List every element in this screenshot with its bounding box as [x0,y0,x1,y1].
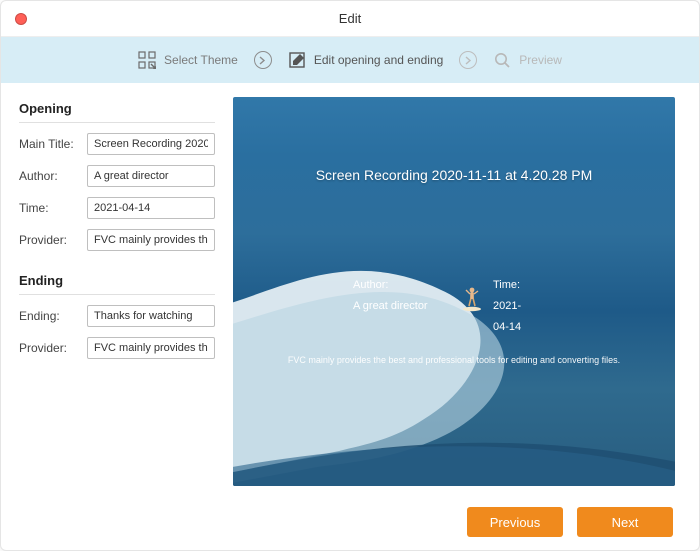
surfer-graphic [463,284,481,312]
ending-input[interactable] [87,305,215,327]
author-label: Author: [19,169,81,183]
body: Opening Main Title: Author: Time: Provid… [1,83,699,494]
wave-graphic [233,260,675,486]
ending-provider-label: Provider: [19,341,81,355]
row-ending-provider: Provider: [19,337,215,359]
time-label: Time: [19,201,81,215]
time-input[interactable] [87,197,215,219]
provider-label: Provider: [19,233,81,247]
step-label: Select Theme [164,53,238,67]
step-bar: Select Theme Edit opening and ending Pre… [1,37,699,83]
preview-author-value: A great director [353,296,428,317]
preview-time-label: Time: [493,275,521,296]
search-icon [493,51,511,69]
step-label: Preview [519,53,562,67]
provider-input[interactable] [87,229,215,251]
next-button[interactable]: Next [577,507,673,537]
row-author: Author: [19,165,215,187]
row-main-title: Main Title: [19,133,215,155]
author-input[interactable] [87,165,215,187]
step-select-theme[interactable]: Select Theme [138,51,238,69]
main-title-input[interactable] [87,133,215,155]
edit-window: Edit Select Theme Edit opening and endin… [0,0,700,551]
edit-square-icon [288,51,306,69]
step-label: Edit opening and ending [314,53,443,67]
step-edit-opening[interactable]: Edit opening and ending [288,51,443,69]
row-ending: Ending: [19,305,215,327]
footer: Previous Next [1,494,699,550]
row-provider: Provider: [19,229,215,251]
titlebar: Edit [1,1,699,37]
preview-panel: Screen Recording 2020-11-11 at 4.20.28 P… [233,97,675,486]
ending-label: Ending: [19,309,81,323]
preview-author-label: Author: [353,275,428,296]
form-sidebar: Opening Main Title: Author: Time: Provid… [1,83,233,494]
chevron-right-icon [459,51,477,69]
previous-button[interactable]: Previous [467,507,563,537]
opening-heading: Opening [19,101,215,123]
chevron-right-icon [254,51,272,69]
main-title-label: Main Title: [19,137,81,151]
window-title: Edit [1,11,699,26]
preview-time-value: 2021-04-14 [493,296,521,338]
preview-title: Screen Recording 2020-11-11 at 4.20.28 P… [233,167,675,183]
ending-provider-input[interactable] [87,337,215,359]
preview-provider: FVC mainly provides the best and profess… [233,355,675,365]
theme-grid-icon [138,51,156,69]
row-time: Time: [19,197,215,219]
ending-heading: Ending [19,273,215,295]
preview-meta: Author: A great director Time: 2021-04-1… [353,275,428,317]
step-preview[interactable]: Preview [493,51,562,69]
